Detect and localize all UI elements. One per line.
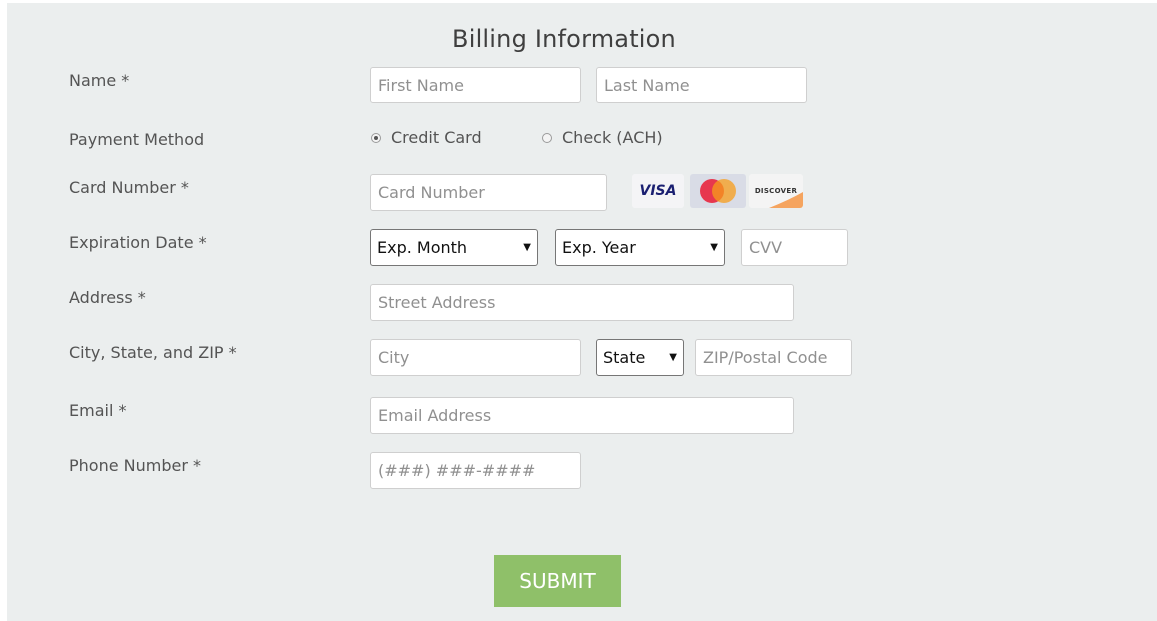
card-number-input[interactable] bbox=[370, 174, 607, 211]
expiration-date-label: Expiration Date * bbox=[69, 233, 207, 252]
dropdown-arrow-icon: ▼ bbox=[710, 242, 718, 253]
city-input[interactable] bbox=[370, 339, 581, 376]
exp-month-value: Exp. Month bbox=[377, 238, 468, 257]
zip-input[interactable] bbox=[695, 339, 852, 376]
cvv-input[interactable] bbox=[741, 229, 848, 266]
dropdown-arrow-icon: ▼ bbox=[523, 242, 531, 253]
first-name-input[interactable] bbox=[370, 67, 581, 103]
state-select[interactable]: State ▼ bbox=[596, 339, 684, 376]
submit-button[interactable]: SUBMIT bbox=[494, 555, 621, 607]
state-value: State bbox=[603, 348, 646, 367]
email-label: Email * bbox=[69, 401, 127, 420]
street-address-input[interactable] bbox=[370, 284, 794, 321]
last-name-input[interactable] bbox=[596, 67, 807, 103]
form-title: Billing Information bbox=[452, 25, 676, 53]
mastercard-icon bbox=[690, 174, 746, 208]
exp-month-select[interactable]: Exp. Month ▼ bbox=[370, 229, 538, 266]
card-number-label: Card Number * bbox=[69, 178, 189, 197]
email-input[interactable] bbox=[370, 397, 794, 434]
name-label: Name * bbox=[69, 71, 130, 90]
payment-radio-credit-card[interactable]: Credit Card bbox=[371, 128, 482, 147]
phone-number-label: Phone Number * bbox=[69, 456, 202, 475]
city-state-zip-label: City, State, and ZIP * bbox=[69, 343, 237, 362]
visa-icon: VISA bbox=[632, 174, 684, 208]
billing-form-panel: Billing Information Name * Payment Metho… bbox=[7, 3, 1157, 621]
exp-year-select[interactable]: Exp. Year ▼ bbox=[555, 229, 725, 266]
radio-selected-icon bbox=[371, 132, 381, 143]
exp-year-value: Exp. Year bbox=[562, 238, 636, 257]
payment-radio-check-ach[interactable]: Check (ACH) bbox=[542, 128, 663, 147]
dropdown-arrow-icon: ▼ bbox=[669, 352, 677, 363]
payment-method-label: Payment Method bbox=[69, 130, 205, 149]
radio-label-credit-card: Credit Card bbox=[391, 128, 482, 147]
radio-label-check-ach: Check (ACH) bbox=[562, 128, 663, 147]
phone-input[interactable] bbox=[370, 452, 581, 489]
address-label: Address * bbox=[69, 288, 146, 307]
discover-icon: DISCOVER bbox=[749, 174, 803, 208]
radio-unselected-icon bbox=[542, 132, 552, 143]
